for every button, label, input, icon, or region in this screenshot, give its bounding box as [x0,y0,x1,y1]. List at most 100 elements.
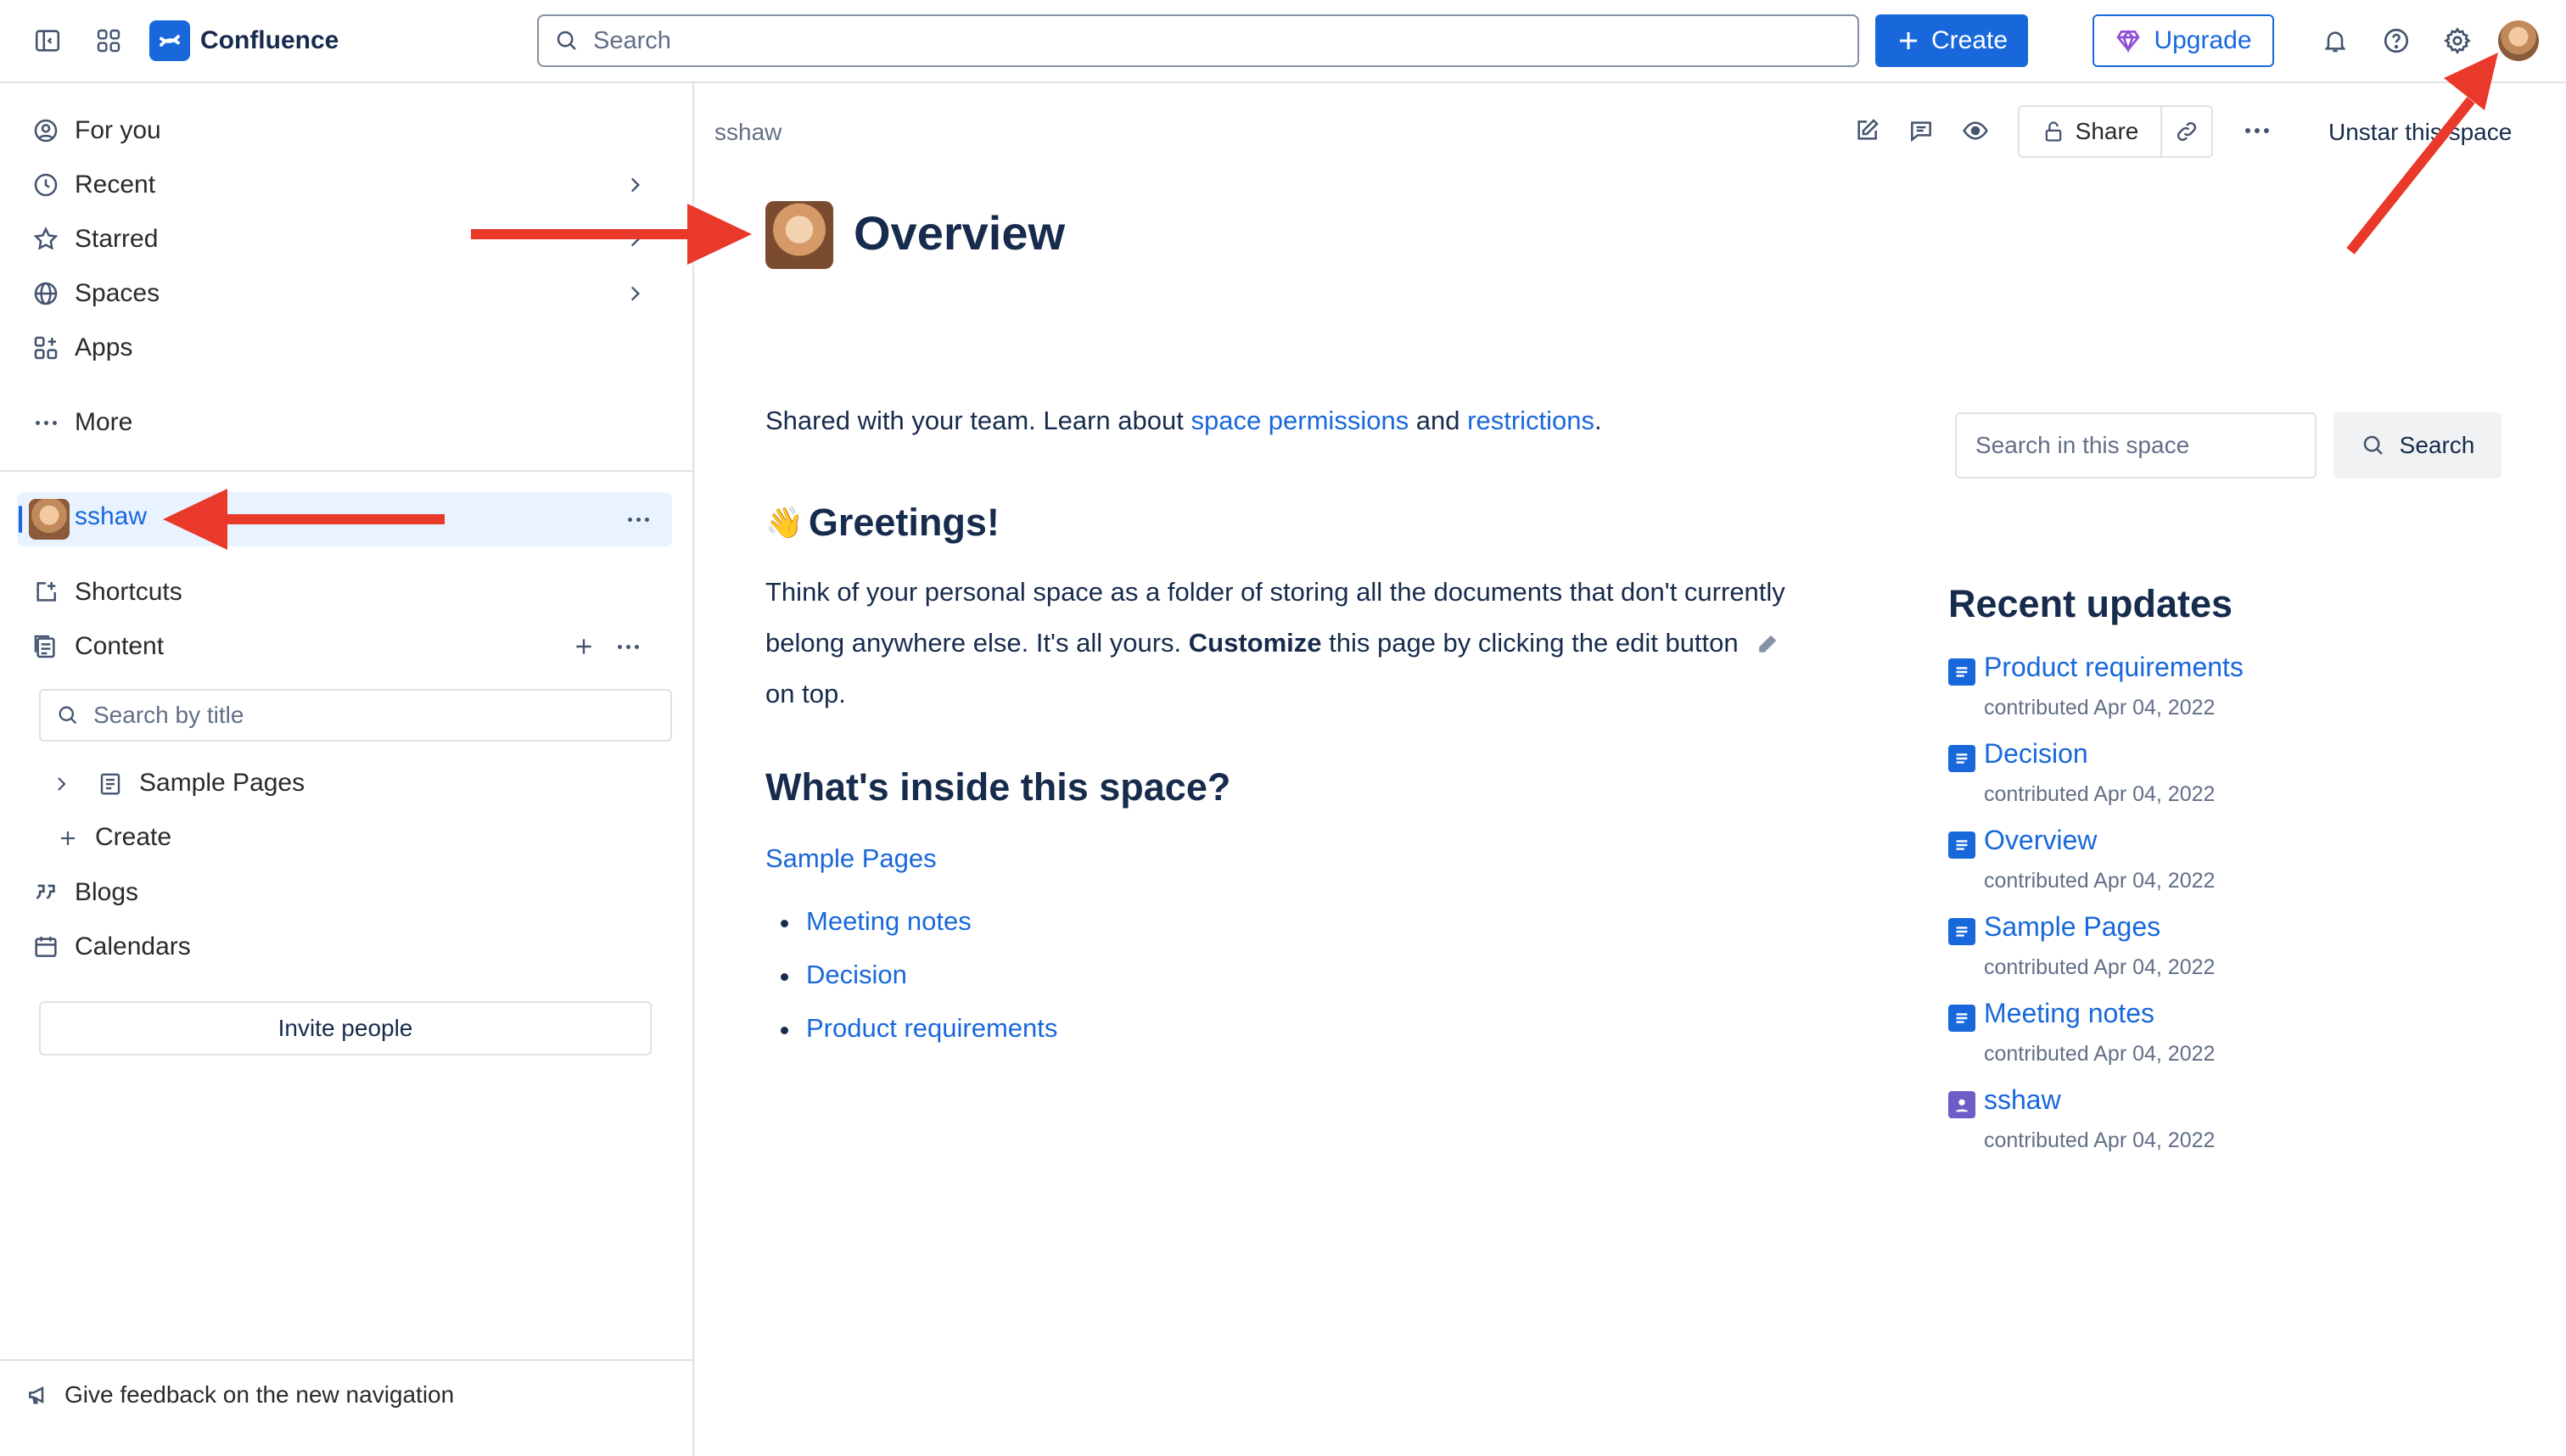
body-bold-text: Customize [1188,628,1322,658]
share-button[interactable]: Share [2020,107,2162,156]
space-more-icon[interactable] [618,499,658,540]
sidebar-item-recent[interactable]: Recent [25,160,670,210]
notifications-bell-icon[interactable] [2315,20,2356,61]
recent-update-link[interactable]: Meeting notes [1984,998,2154,1029]
chevron-right-icon[interactable] [614,273,655,314]
tree-item-label: Sample Pages [139,769,305,797]
sidebar-item-label: Content [75,632,165,660]
unstar-space-button[interactable]: Unstar this space [2328,119,2512,146]
share-label: Share [2075,118,2139,144]
apps-icon [25,328,66,368]
sample-pages-link[interactable]: Sample Pages [765,843,937,874]
pencil-icon [1759,635,1777,652]
app-name: Confluence [200,26,339,54]
sidebar-item-label: Shortcuts [75,578,182,606]
comment-icon[interactable] [1897,107,1945,154]
greetings-heading-text: Greetings! [808,501,1000,544]
add-content-plus-icon[interactable] [563,626,604,667]
search-placeholder: Search [593,26,671,54]
waving-hand-icon: 👋 [765,505,804,540]
confluence-logo[interactable]: Confluence [149,20,339,61]
settings-gear-icon[interactable] [2437,20,2478,61]
meeting-notes-link[interactable]: Meeting notes [781,906,972,937]
edit-pencil-icon[interactable] [1843,107,1891,154]
search-icon [59,706,77,725]
body-text: this page by clicking the edit button [1321,628,1739,658]
app-switcher-icon[interactable] [88,20,129,61]
top-navigation-bar: Confluence Search Create Upgrade [0,0,2566,83]
chevron-right-icon[interactable] [614,165,655,205]
greetings-heading: 👋 Greetings! [765,501,1000,545]
sidebar-item-spaces[interactable]: Spaces [25,268,670,319]
product-requirements-link[interactable]: Product requirements [780,1013,1057,1044]
recent-update-link[interactable]: sshaw [1984,1084,2061,1116]
sidebar-item-for-you[interactable]: For you [25,105,670,156]
chevron-right-icon[interactable] [614,219,655,260]
content-more-icon[interactable] [608,626,648,667]
global-search-input[interactable]: Search [537,14,1859,67]
sidebar-item-more[interactable]: More [25,397,670,448]
space-permissions-link[interactable]: space permissions [1191,406,1409,435]
sidebar-item-label: Spaces [75,279,160,307]
tree-item-sample-pages[interactable]: Sample Pages [48,759,658,809]
sidebar-item-label: Blogs [75,878,139,906]
sidebar-item-content[interactable]: Content [25,621,670,672]
sidebar-item-blogs[interactable]: Blogs [25,867,670,918]
search-in-space-input[interactable]: Search in this space [1955,412,2317,479]
space-avatar [29,499,70,540]
sidebar-item-starred[interactable]: Starred [25,214,670,265]
copy-link-icon[interactable] [2162,107,2211,156]
decision-link[interactable]: Decision [781,960,907,990]
recent-update-meta: contributed Apr 04, 2022 [1984,1042,2216,1066]
more-dots-icon [25,402,66,443]
sidebar-toggle-icon[interactable] [27,20,68,61]
sidebar-divider [0,470,692,472]
calendar-icon [25,927,66,967]
create-label: Create [1930,26,2009,54]
sidebar-item-calendars[interactable]: Calendars [25,921,670,972]
sidebar-item-shortcuts[interactable]: Shortcuts [25,567,670,618]
intro-text: . [1594,406,1602,435]
invite-people-button[interactable]: Invite people [39,1001,652,1056]
tree-create-button[interactable]: Create [48,813,658,864]
recent-update-link[interactable]: Decision [1984,738,2088,770]
upgrade-button[interactable]: Upgrade [2093,14,2274,67]
sidebar-item-apps[interactable]: Apps [25,322,670,373]
space-user-icon [1948,1091,1975,1118]
give-feedback-link[interactable]: Give feedback on the new navigation [25,1381,454,1408]
search-in-space-placeholder: Search in this space [1975,432,2190,458]
search-button-label: Search [2399,432,2475,458]
help-icon[interactable] [2376,20,2417,61]
page-owner-avatar [765,201,833,269]
recent-update-meta: contributed Apr 04, 2022 [1984,696,2216,720]
sidebar-item-label: Recent [75,171,156,199]
restrictions-link[interactable]: restrictions [1467,406,1594,435]
search-icon [557,31,576,50]
watch-eye-icon[interactable] [1952,107,1999,154]
body-text: on top. [765,679,846,708]
intro-paragraph: Shared with your team. Learn about space… [765,406,1602,436]
intro-text: Shared with your team. Learn about [765,406,1191,435]
body-paragraph: Think of your personal space as a folder… [765,567,1860,720]
selected-indicator [19,506,22,533]
chevron-right-icon[interactable] [48,770,75,798]
quote-icon [25,872,66,913]
search-in-space-button[interactable]: Search [2333,412,2502,479]
user-avatar[interactable] [2498,20,2539,61]
recent-update-link[interactable]: Overview [1984,825,2097,856]
search-by-title-placeholder: Search by title [93,702,244,728]
create-button[interactable]: Create [1875,14,2028,67]
breadcrumb[interactable]: sshaw [714,119,782,146]
search-by-title-input[interactable]: Search by title [39,689,672,742]
recent-update-link[interactable]: Sample Pages [1984,911,2160,943]
recent-update-meta: contributed Apr 04, 2022 [1984,1128,2216,1152]
page-icon [95,769,126,799]
feedback-label: Give feedback on the new navigation [64,1381,455,1408]
plus-icon [1899,32,1917,49]
recent-update-link[interactable]: Product requirements [1984,652,2244,683]
sidebar-item-space-sshaw[interactable]: sshaw [17,492,672,546]
plus-icon [54,825,81,852]
page-more-actions-icon[interactable] [2233,107,2281,154]
content-icon [25,626,66,667]
share-button-group: Share [2018,105,2213,158]
